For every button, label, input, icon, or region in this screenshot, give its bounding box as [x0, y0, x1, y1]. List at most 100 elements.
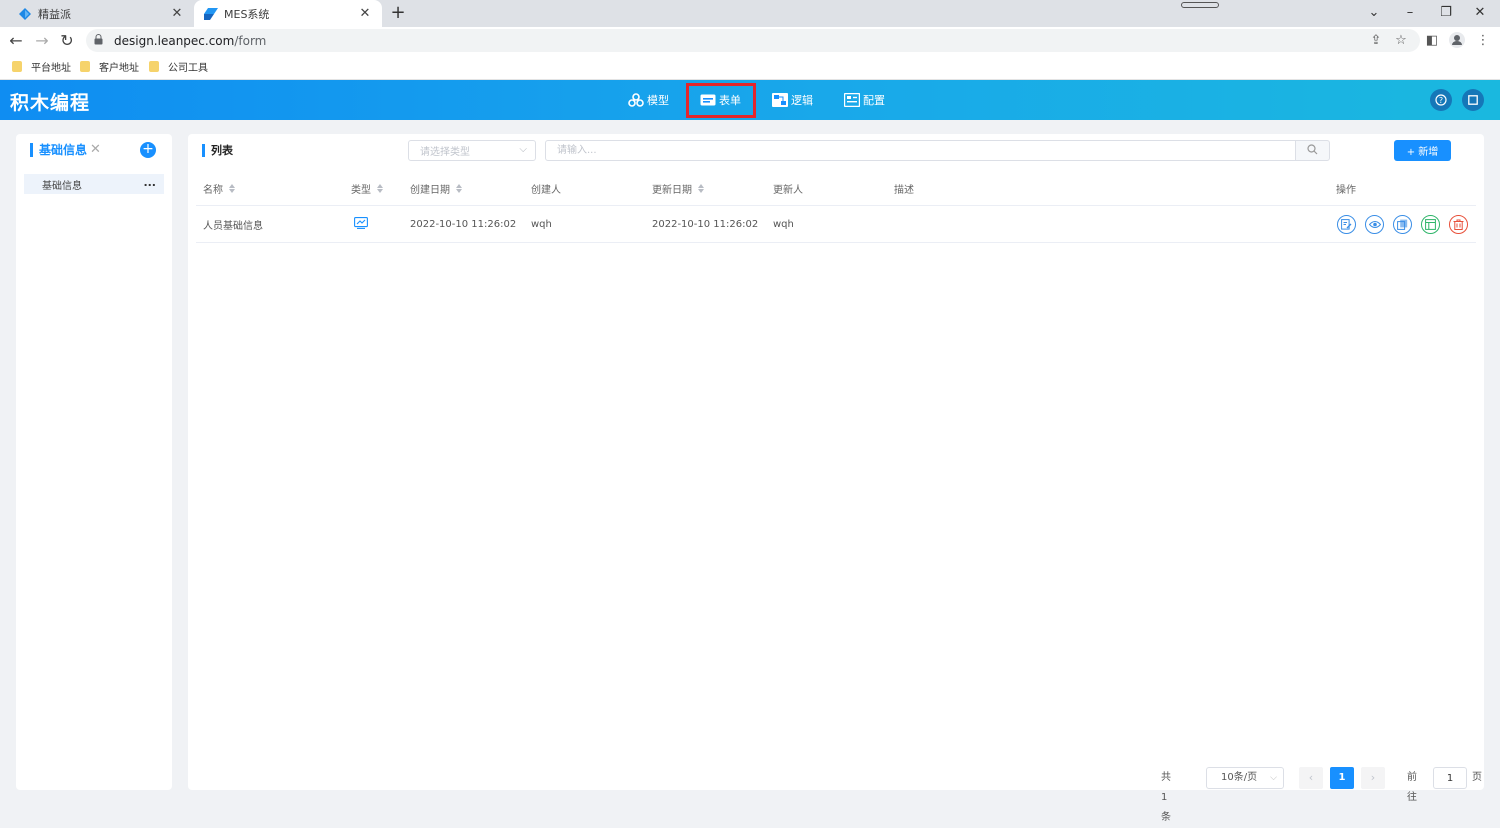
share-icon[interactable]: ⇪	[1367, 32, 1385, 50]
column-header-updated-at[interactable]: 更新日期	[652, 172, 704, 205]
category-sidebar: 基础信息 ✕ + 基础信息 ...	[16, 134, 172, 790]
browser-menu-icon[interactable]: ⋮	[1474, 32, 1492, 50]
fullscreen-icon[interactable]	[1462, 89, 1484, 111]
add-button[interactable]: + 新增	[1394, 140, 1451, 161]
layout-icon[interactable]	[1421, 214, 1440, 234]
minimize-icon[interactable]: –	[1400, 4, 1420, 22]
folder-icon	[149, 61, 159, 72]
close-window-icon[interactable]: ✕	[1470, 4, 1490, 22]
bookmark-platform[interactable]: 平台地址	[12, 59, 71, 74]
diamond-icon	[18, 7, 32, 21]
logic-icon	[772, 93, 788, 107]
page-size-select[interactable]: 10条/页 ⌵	[1206, 767, 1284, 789]
browser-toolbar: ← → ↻ design.leanpec.com /form ⇪ ☆ ◧ ⋮	[0, 27, 1500, 54]
nav-label: 模型	[647, 94, 669, 107]
sort-icon[interactable]	[377, 184, 383, 193]
nav-config[interactable]: 配置	[844, 89, 885, 111]
edit-icon[interactable]	[1337, 214, 1356, 234]
cell-updated-by: wqh	[773, 218, 794, 230]
next-page-button[interactable]: ›	[1361, 767, 1385, 789]
chart-icon	[354, 216, 368, 232]
column-header-name[interactable]: 名称	[203, 172, 235, 205]
delete-icon[interactable]	[1449, 214, 1468, 234]
close-tab-icon[interactable]: ✕	[170, 6, 184, 21]
model-icon	[628, 93, 644, 107]
add-category-button[interactable]: +	[140, 142, 156, 158]
sidebar-item-label: 基础信息	[42, 180, 82, 192]
app-logo: 积木编程	[10, 92, 91, 114]
config-icon	[844, 93, 860, 107]
current-page-button[interactable]: 1	[1330, 767, 1354, 789]
folder-icon	[12, 61, 22, 72]
new-tab-button[interactable]: +	[390, 3, 406, 23]
browser-tab-strip: 精益派 ✕ MES系统 ✕ + ⌄ – ❐ ✕	[0, 0, 1500, 27]
chevron-down-icon: ⌵	[1270, 773, 1277, 783]
tab-search-icon[interactable]	[1181, 2, 1219, 8]
sort-icon[interactable]	[698, 184, 704, 193]
bookmark-company-tools[interactable]: 公司工具	[149, 59, 208, 74]
cell-type	[354, 206, 368, 242]
search-button[interactable]	[1295, 140, 1330, 161]
view-icon[interactable]	[1365, 214, 1384, 234]
column-label: 更新日期	[652, 185, 692, 196]
reload-icon[interactable]: ↻	[57, 31, 77, 51]
column-header-created-at[interactable]: 创建日期	[410, 172, 462, 205]
forward-icon[interactable]: →	[32, 31, 52, 51]
page-size-value: 10条/页	[1221, 772, 1258, 783]
tab-list-chevron-icon[interactable]: ⌄	[1364, 4, 1384, 22]
table-header: 名称 类型 创建日期 创建人 更新日期 更新人 描述 操作	[196, 172, 1476, 206]
search-input[interactable]	[545, 140, 1296, 161]
nav-form[interactable]: 表单	[700, 89, 741, 111]
close-tab-icon[interactable]: ✕	[358, 6, 372, 21]
type-select[interactable]: 请选择类型 ⌵	[408, 140, 536, 161]
column-label: 类型	[351, 185, 371, 196]
pagination-total: 共 1 条	[1161, 772, 1171, 823]
form-table: 名称 类型 创建日期 创建人 更新日期 更新人 描述 操作 人员基础信息 202…	[196, 172, 1476, 243]
nav-model[interactable]: 模型	[628, 89, 669, 111]
bookmarks-bar: 平台地址 客户地址 公司工具	[0, 54, 1500, 80]
close-icon[interactable]: ✕	[90, 142, 101, 157]
goto-page-input[interactable]	[1433, 767, 1467, 789]
cell-actions	[1337, 206, 1477, 242]
nav-label: 逻辑	[791, 94, 813, 107]
nav-logic[interactable]: 逻辑	[772, 89, 813, 111]
column-header-created-by: 创建人	[531, 172, 561, 205]
profile-icon[interactable]	[1448, 32, 1466, 50]
column-header-description: 描述	[894, 172, 914, 205]
sort-icon[interactable]	[229, 184, 235, 193]
help-icon[interactable]: ?	[1430, 89, 1452, 111]
column-header-type[interactable]: 类型	[351, 172, 383, 205]
column-label: 创建日期	[410, 185, 450, 196]
browser-tab-mes[interactable]: MES系统 ✕	[194, 0, 382, 27]
diamond-icon	[204, 7, 218, 21]
bookmark-label: 平台地址	[31, 63, 71, 74]
back-icon[interactable]: ←	[6, 31, 26, 51]
form-icon	[700, 93, 716, 107]
app-header: 积木编程 模型 表单 逻辑 配置 ?	[0, 80, 1500, 120]
goto-label: 前往	[1407, 772, 1417, 803]
copy-icon[interactable]	[1393, 214, 1412, 234]
browser-tab-jingyipai[interactable]: 精益派 ✕	[8, 0, 194, 27]
column-label: 名称	[203, 185, 223, 196]
cell-created-by: wqh	[531, 218, 552, 230]
prev-page-button[interactable]: ‹	[1299, 767, 1323, 789]
cell-name: 人员基础信息	[203, 220, 263, 232]
url-host: design.leanpec.com	[114, 33, 235, 48]
sidebar-item-basic-info[interactable]: 基础信息 ...	[24, 174, 164, 194]
column-label: 操作	[1336, 185, 1356, 196]
nav-label: 配置	[863, 94, 885, 107]
address-bar[interactable]: design.leanpec.com /form	[86, 29, 1420, 52]
sidebar-title[interactable]: 基础信息	[30, 143, 87, 157]
bookmark-customer[interactable]: 客户地址	[80, 59, 139, 74]
table-row[interactable]: 人员基础信息 2022-10-10 11:26:02 wqh 2022-10-1…	[196, 206, 1476, 243]
sort-icon[interactable]	[456, 184, 462, 193]
bookmark-star-icon[interactable]: ☆	[1392, 32, 1410, 50]
side-panel-icon[interactable]: ◧	[1423, 32, 1441, 50]
more-icon[interactable]: ...	[143, 176, 156, 189]
page-suffix: 页	[1472, 772, 1482, 783]
restore-icon[interactable]: ❐	[1436, 4, 1456, 22]
nav-label: 表单	[719, 94, 741, 107]
panel-title: 列表	[202, 144, 233, 157]
svg-text:?: ?	[1439, 96, 1443, 105]
folder-icon	[80, 61, 90, 72]
